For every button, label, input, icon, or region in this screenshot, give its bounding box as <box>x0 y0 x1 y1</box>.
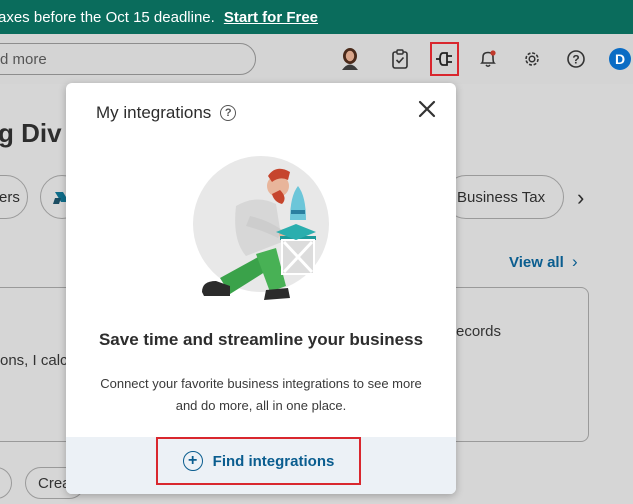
start-for-free-link[interactable]: Start for Free <box>224 9 318 26</box>
help-circle-icon[interactable]: ? <box>220 105 237 121</box>
top-header: d more ? <box>0 34 633 84</box>
filter-pill-business-tax[interactable]: Business Tax <box>444 175 564 219</box>
plus-circle-icon: + <box>182 451 203 471</box>
search-placeholder: d more <box>0 50 47 68</box>
chip-button[interactable] <box>0 467 12 499</box>
modal-footer: + Find integrations <box>66 437 456 494</box>
filter-pill-label: Business Tax <box>457 188 546 206</box>
help-icon[interactable]: ? <box>564 47 588 71</box>
avatar[interactable] <box>339 46 361 70</box>
plug-icon-highlight <box>430 42 459 76</box>
modal-headline: Save time and streamline your business <box>98 330 424 349</box>
svg-text:?: ? <box>572 53 579 67</box>
view-all-link[interactable]: View all <box>509 254 564 271</box>
promo-banner: axes before the Oct 15 deadline. Start f… <box>0 0 633 34</box>
close-icon[interactable] <box>416 98 438 120</box>
find-integrations-label: Find integrations <box>212 452 335 470</box>
page-title: g Div <box>0 118 62 148</box>
chevron-right-icon[interactable]: › <box>577 185 584 211</box>
user-menu-button[interactable]: D <box>609 48 631 70</box>
search-input[interactable]: d more <box>0 43 256 75</box>
card-text: ons, I calc <box>0 352 68 369</box>
modal-title-text: My integrations <box>96 103 212 122</box>
promo-text: axes before the Oct 15 deadline. <box>0 8 215 26</box>
filter-pill-others[interactable]: ers <box>0 175 28 219</box>
modal-title: My integrations ? <box>96 103 237 123</box>
integrations-modal: My integrations ? Save time and streamli… <box>66 83 456 494</box>
clipboard-check-icon[interactable] <box>388 47 412 71</box>
chevron-right-icon[interactable]: › <box>572 252 578 272</box>
gear-icon[interactable] <box>520 47 544 71</box>
card-text: ecords <box>456 323 502 340</box>
bell-icon[interactable] <box>476 47 500 71</box>
integration-illustration <box>190 154 336 309</box>
modal-description: Connect your favorite business integrati… <box>100 376 422 413</box>
filter-pill-label: ers <box>0 188 20 206</box>
find-integrations-button[interactable]: + Find integrations <box>156 437 361 485</box>
